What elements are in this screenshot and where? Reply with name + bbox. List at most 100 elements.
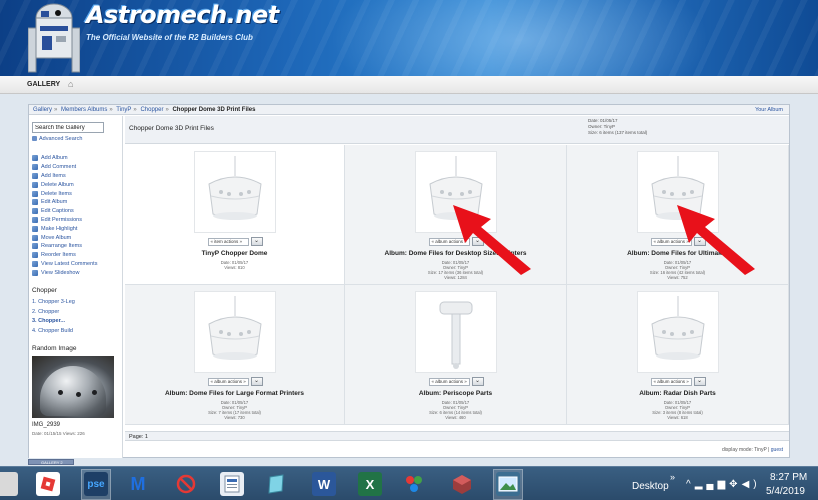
paint-icon[interactable] — [402, 472, 426, 496]
site-tagline: The Official Website of the R2 Builders … — [86, 33, 253, 42]
action-edit-album[interactable]: Edit Album — [32, 198, 122, 207]
item-actions-select[interactable]: « item actions » — [207, 237, 249, 246]
windows-taskbar: pse M W X Desktop » ^▂▄▆✥◀) 8:27 PM 5/4/… — [0, 466, 818, 500]
dome-render-icon — [208, 296, 262, 360]
chopper-item[interactable]: 2. Chopper — [32, 309, 75, 319]
chopper-item[interactable]: 4. Chopper Build — [32, 328, 75, 338]
album-grid: « item actions » ⌄ TinyP Chopper Dome Date:… — [125, 145, 789, 425]
action-label: Move Album — [41, 234, 72, 241]
action-edit-captions[interactable]: Edit Captions — [32, 207, 122, 216]
r2d2-logo-icon[interactable] — [28, 2, 80, 76]
gallery-frame: Gallery» Members Albums» TinyP» Chopper»… — [28, 104, 790, 458]
dome-render-icon — [208, 156, 262, 220]
chevron-up-icon[interactable]: ^ — [686, 479, 695, 490]
action-make-highlight[interactable]: Make Highlight — [32, 224, 122, 233]
malwarebytes-icon[interactable]: M — [126, 472, 150, 496]
action-view-latest-comments[interactable]: View Latest Comments — [32, 260, 122, 269]
red-arrow-icon — [453, 205, 531, 275]
album-thumbnail[interactable] — [637, 291, 719, 373]
clock-time[interactable]: 8:27 PM — [770, 472, 807, 483]
gallery-navbar: GALLERY ⌂ — [0, 76, 818, 94]
blocked-icon[interactable] — [174, 472, 198, 496]
notepad-icon[interactable] — [264, 472, 288, 496]
chevron-down-icon[interactable]: ⌄ — [250, 237, 263, 246]
action-add-comment[interactable]: Add Comment — [32, 163, 122, 172]
action-delete-album[interactable]: Delete Album — [32, 180, 122, 189]
your-album-link[interactable]: Your Album — [755, 107, 783, 113]
desktop-toolbar-label[interactable]: Desktop — [632, 481, 669, 492]
advanced-search-link[interactable]: Advanced Search — [32, 136, 82, 142]
album-thumbnail[interactable] — [194, 291, 276, 373]
breadcrumb-separator: » — [109, 107, 113, 113]
guest-link[interactable]: guest — [771, 447, 783, 453]
wifi-icon[interactable]: ▂▄▆ — [695, 479, 729, 490]
action-move-album[interactable]: Move Album — [32, 233, 122, 242]
album-item-title[interactable]: Album: Periscope Parts — [345, 390, 566, 397]
item-actions-select[interactable]: « album actions » — [650, 377, 692, 386]
dome-hole — [76, 392, 81, 397]
action-reorder-items[interactable]: Reorder Items — [32, 251, 122, 260]
item-actions-select[interactable]: « album actions » — [428, 377, 470, 386]
search-icon — [32, 136, 37, 142]
gallery-badge[interactable]: GALLERY 2 — [28, 459, 74, 465]
action-label: View Latest Comments — [41, 260, 98, 267]
chopper-item[interactable]: 1. Chopper 3-Leg — [32, 299, 75, 309]
dropbox-icon[interactable]: ✥ — [729, 479, 741, 490]
album-item-meta-line: Views: 618 — [667, 415, 688, 420]
action-delete-items[interactable]: Delete Items — [32, 189, 122, 198]
random-image-caption[interactable]: IMG_2939 — [32, 422, 60, 428]
chopper-item-current[interactable]: 3. Chopper... — [32, 318, 75, 328]
action-label: Reorder Items — [41, 252, 76, 259]
volume-icon[interactable]: ◀) — [742, 479, 761, 490]
album-item-meta: Date: 01/05/17 Owner: TinyP Size: 7 items … — [125, 400, 344, 420]
add-album-icon — [32, 155, 38, 162]
search-input[interactable] — [32, 122, 104, 133]
album-item-title[interactable]: Album: Radar Dish Parts — [567, 390, 788, 397]
chevron-down-icon[interactable]: ⌄ — [250, 377, 263, 386]
chevron-down-icon[interactable]: ⌄ — [693, 377, 706, 386]
action-add-album[interactable]: Add Album — [32, 154, 122, 163]
pse-icon[interactable]: pse — [84, 472, 108, 496]
clock-date[interactable]: 5/4/2019 — [766, 486, 805, 497]
chevron-down-icon[interactable]: ⌄ — [471, 377, 484, 386]
album-item-title[interactable]: Album: Dome Files for Large Format Print… — [125, 390, 344, 397]
breadcrumb-tinyp[interactable]: TinyP — [116, 107, 131, 113]
album-meta: Date: 01/05/17 Owner: TinyP Size: 6 item… — [588, 118, 647, 136]
random-image-thumbnail[interactable] — [32, 356, 114, 418]
slideshow-icon — [32, 269, 38, 276]
nav-gallery-link[interactable]: GALLERY — [27, 81, 60, 88]
chevron-right-icon[interactable]: » — [670, 472, 675, 482]
action-label: Rearrange Items — [41, 243, 82, 250]
home-icon[interactable]: ⌂ — [68, 79, 73, 89]
roblox-icon[interactable] — [36, 472, 60, 496]
reorder-icon — [32, 252, 38, 259]
highlight-icon — [32, 225, 38, 232]
album-item-meta: Date: 01/05/17 Owner: TinyP Size: 3 items … — [567, 400, 788, 420]
cube-icon[interactable] — [450, 472, 474, 496]
item-actions-select[interactable]: « album actions » — [207, 377, 249, 386]
album-thumbnail[interactable] — [415, 291, 497, 373]
action-view-slideshow[interactable]: View Slideshow — [32, 268, 122, 277]
edit-captions-icon — [32, 208, 38, 215]
partial-app-icon[interactable] — [0, 472, 18, 496]
display-mode-label: display mode: TinyP | — [722, 447, 770, 453]
site-title[interactable]: Astromech.net — [86, 1, 279, 29]
breadcrumb-members-albums[interactable]: Members Albums — [61, 107, 107, 113]
cube-glyph — [453, 475, 471, 494]
display-mode: display mode: TinyP | guest — [722, 447, 783, 453]
breadcrumb-gallery[interactable]: Gallery — [33, 107, 52, 113]
sidebar: Advanced Search Add Album Add Comment Ad… — [29, 116, 123, 458]
action-add-items[interactable]: Add Items — [32, 172, 122, 181]
action-label: Edit Captions — [41, 208, 74, 215]
excel-icon[interactable]: X — [358, 472, 382, 496]
photos-icon[interactable] — [496, 472, 520, 496]
album-item-title[interactable]: TinyP Chopper Dome — [125, 250, 344, 257]
word-icon[interactable]: W — [312, 472, 336, 496]
action-edit-permissions[interactable]: Edit Permissions — [32, 216, 122, 225]
album-thumbnail[interactable] — [194, 151, 276, 233]
action-rearrange-items[interactable]: Rearrange Items — [32, 242, 122, 251]
album-header: Chopper Dome 3D Print Files Date: 01/05/… — [125, 116, 789, 144]
breadcrumb-separator: » — [54, 107, 58, 113]
word-doc-icon[interactable] — [220, 472, 244, 496]
breadcrumb-chopper[interactable]: Chopper — [140, 107, 163, 113]
